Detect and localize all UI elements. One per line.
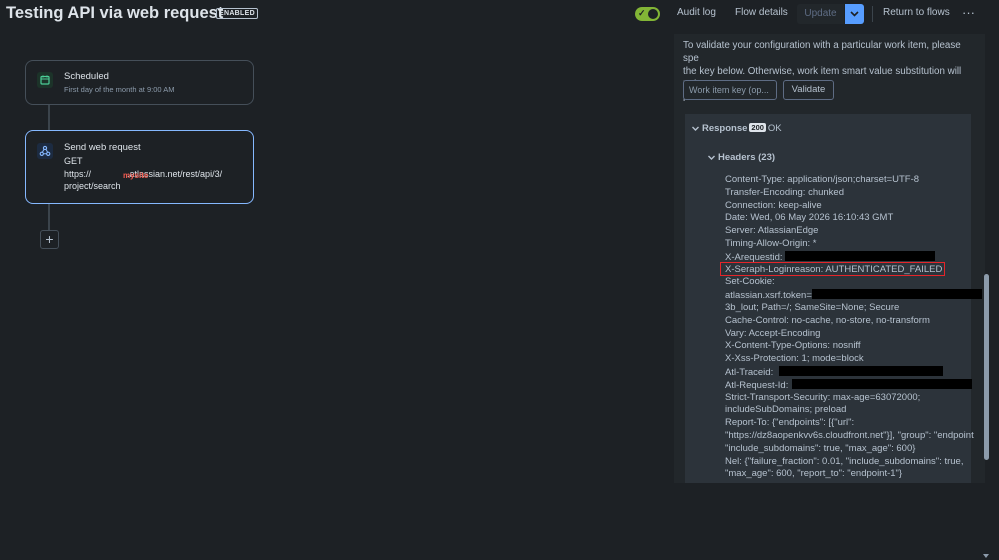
header-line: Timing-Allow-Origin: * <box>725 237 817 249</box>
header-line: Set-Cookie: <box>725 276 775 288</box>
header-line: Date: Wed, 06 May 2026 16:10:43 GMT <box>725 212 894 224</box>
response-headers-list: Content-Type: application/json;charset=U… <box>725 174 985 481</box>
header-line: Report-To: {"endpoints": [{"url": <box>725 417 855 429</box>
flow-details-button[interactable]: Flow details <box>735 7 788 18</box>
toggle-knob <box>648 9 658 19</box>
header-text: Atl-Traceid: <box>725 366 774 378</box>
check-icon: ✓ <box>638 8 646 18</box>
header-line: Cache-Control: no-cache, no-store, no-tr… <box>725 314 930 326</box>
trigger-subtitle: First day of the month at 9:00 AM <box>64 85 175 94</box>
header-line-redacted: atlassian.xsrf.token= <box>725 289 985 302</box>
update-dropdown-button[interactable] <box>845 4 864 24</box>
header-line: X-Content-Type-Options: nosniff <box>725 340 861 352</box>
header-line: X-Xss-Protection: 1; mode=block <box>725 353 864 365</box>
update-button[interactable]: Update <box>797 4 844 24</box>
add-step-button[interactable]: + <box>40 230 59 249</box>
header-line-redacted: Atl-Traceid: <box>725 365 985 379</box>
chevron-down-icon <box>850 11 859 17</box>
header-line: Transfer-Encoding: chunked <box>725 186 844 198</box>
audit-log-button[interactable]: Audit log <box>677 7 716 18</box>
redaction-block <box>792 378 973 389</box>
work-item-key-input[interactable]: Work item key (op... <box>683 80 777 100</box>
scrollbar-thumb[interactable] <box>984 274 989 460</box>
response-status: OK <box>767 123 782 134</box>
url-site-annotation: mysite <box>123 171 149 180</box>
header-text: Atl-Request-Id: <box>725 379 789 391</box>
action-title: Send web request <box>64 142 141 153</box>
header-line: Nel: {"failure_fraction": 0.01, "include… <box>725 455 964 467</box>
rule-details-panel: To validate your configuration with a pa… <box>674 34 989 558</box>
enable-toggle[interactable]: ✓ <box>635 7 660 21</box>
chevron-down-icon <box>708 155 715 160</box>
top-bar: Testing API via web request ENABLED ✓ Au… <box>0 0 999 34</box>
header-line: "https://dz8aopenkvv6s.cloudfront.net"}]… <box>725 429 974 441</box>
trigger-title: Scheduled <box>64 71 109 82</box>
scroll-down-arrow-icon[interactable] <box>982 552 990 560</box>
status-code-badge: 200 <box>749 123 766 132</box>
toolbar-divider <box>872 6 873 22</box>
headers-label: Headers (23) <box>718 152 776 163</box>
header-line: Strict-Transport-Security: max-age=63072… <box>725 391 921 403</box>
request-method: GET <box>64 156 83 166</box>
plus-icon: + <box>45 231 54 247</box>
url-prefix: https:// <box>64 169 92 179</box>
flow-connector <box>48 104 50 131</box>
webhook-icon <box>37 143 53 159</box>
header-line: Connection: keep-alive <box>725 199 822 211</box>
status-badge: ENABLED <box>216 8 258 19</box>
response-label: Response <box>702 123 748 134</box>
header-line: Server: AtlassianEdge <box>725 225 819 237</box>
flow-connector <box>48 203 50 231</box>
header-line: "max_age": 600, "report_to": "endpoint-1… <box>725 468 903 480</box>
redaction-block <box>779 365 944 376</box>
redaction-block <box>811 289 982 300</box>
chevron-down-icon <box>692 126 699 131</box>
header-line: Vary: Accept-Encoding <box>725 327 821 339</box>
header-line: 3b_lout; Path=/; SameSite=None; Secure <box>725 301 900 313</box>
redaction-block <box>784 250 935 261</box>
response-toggle[interactable]: Response 200 OK <box>691 123 782 134</box>
header-line: includeSubDomains; preload <box>725 404 847 416</box>
header-line: Content-Type: application/json;charset=U… <box>725 174 920 185</box>
validate-button[interactable]: Validate <box>783 80 834 100</box>
more-options-button[interactable]: ··· <box>962 5 975 20</box>
return-to-flows-button[interactable]: Return to flows <box>883 7 950 18</box>
auth-failed-highlight <box>720 262 945 276</box>
page-title: Testing API via web request <box>6 4 224 22</box>
header-line-redacted: Atl-Request-Id: <box>725 378 985 392</box>
headers-toggle[interactable]: Headers (23) <box>707 152 775 163</box>
response-section: Response 200 OK Headers (23) Content-Type:… <box>685 114 989 558</box>
header-line: "include_subdomains": true, "max_age": 6… <box>725 442 916 454</box>
header-text: atlassian.xsrf.token= <box>725 290 812 302</box>
action-card-send-web-request[interactable]: Send web request GET https://.atlassian.… <box>25 130 254 204</box>
trigger-card-scheduled[interactable]: Scheduled First day of the month at 9:00… <box>25 60 254 105</box>
request-url-line-2: project/search <box>64 181 121 191</box>
validate-text-line: To validate your configuration with a pa… <box>683 40 961 64</box>
calendar-icon <box>37 72 53 88</box>
